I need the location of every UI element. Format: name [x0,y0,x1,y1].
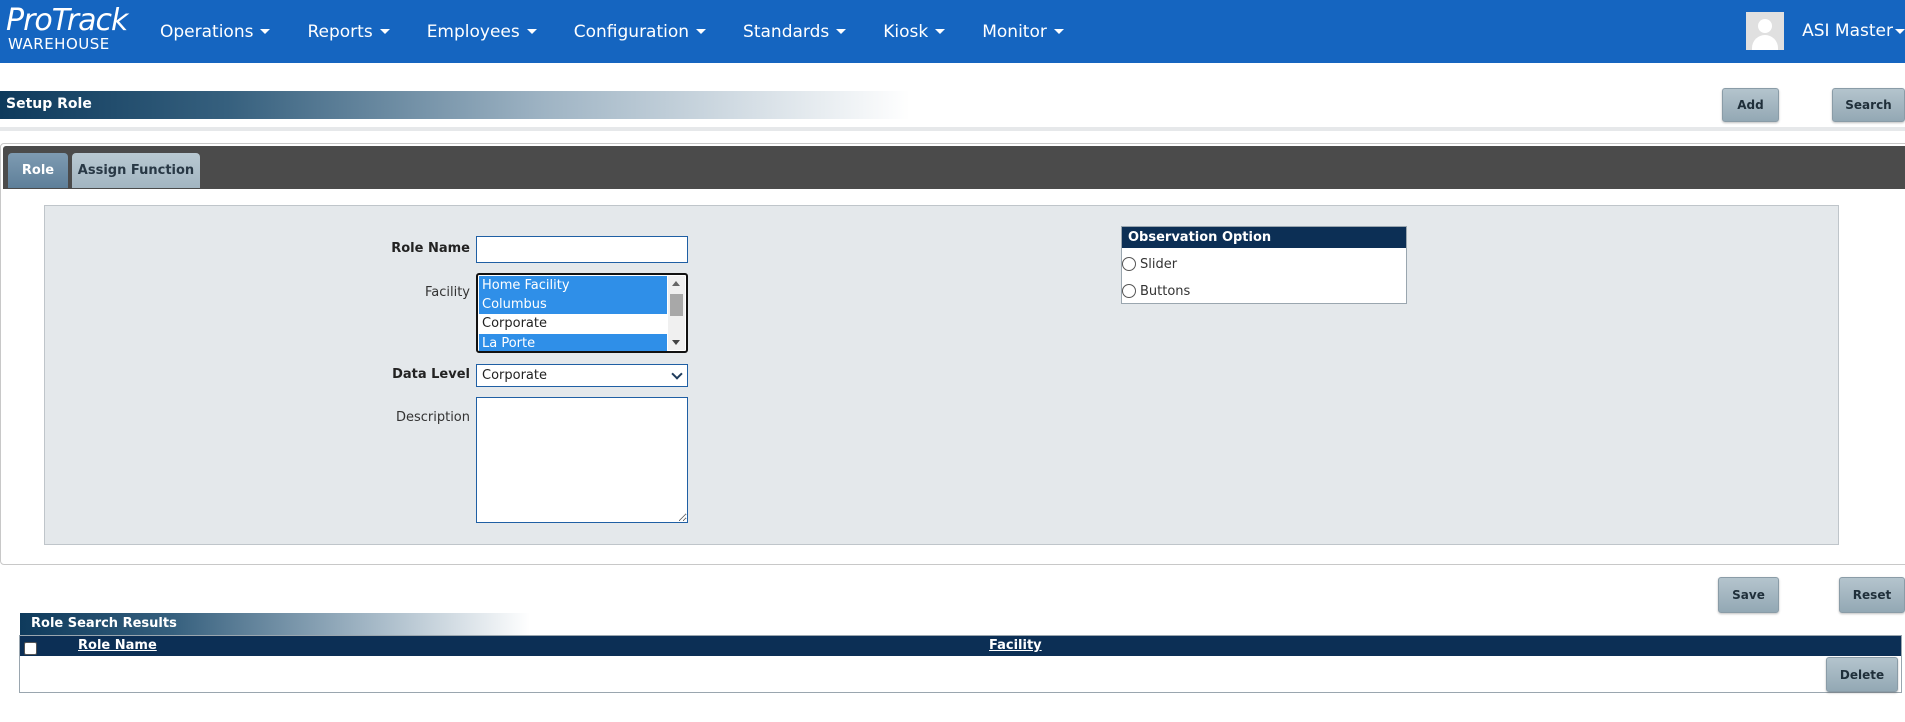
avatar-head-shape [1758,19,1773,33]
caret-down-icon [935,29,946,34]
facility-option[interactable]: Corporate [479,314,667,333]
data-level-select[interactable]: Corporate [476,364,688,387]
facility-option[interactable]: Columbus [479,295,667,314]
observation-option-slider[interactable]: Slider [1122,254,1177,274]
radio-buttons-label: Buttons [1140,283,1191,299]
user-avatar-icon [1746,12,1785,50]
avatar-body-shape [1752,35,1779,50]
tab-assign-function[interactable]: Assign Function [72,153,200,188]
facility-option[interactable]: La Porte [479,334,667,351]
results-table: Role Name Facility Delete [19,635,1902,693]
menu-standards-label: Standards [743,21,830,42]
protrack-logo[interactable]: ProTrack WAREHOUSE [6,3,128,53]
observation-option-title: Observation Option [1122,227,1406,248]
tab-strip [3,146,1905,189]
caret-down-icon [696,29,707,34]
observation-option-box: Observation Option Slider Buttons [1121,226,1407,304]
role-name-label: Role Name [391,241,470,256]
column-header-role-name[interactable]: Role Name [78,638,157,653]
menu-kiosk[interactable]: Kiosk [883,21,946,42]
caret-down-icon [1895,28,1905,34]
menu-configuration[interactable]: Configuration [573,21,707,42]
menu-monitor[interactable]: Monitor [982,22,1064,42]
radio-buttons[interactable] [1122,284,1136,298]
select-all-checkbox[interactable] [24,642,37,655]
menu-kiosk-label: Kiosk [883,21,929,42]
description-textarea[interactable] [476,397,688,523]
facility-option[interactable]: Home Facility [479,276,667,295]
search-button[interactable]: Search [1832,88,1905,122]
menu-standards[interactable]: Standards [743,21,847,42]
user-name: ASI Master [1802,21,1893,41]
scroll-down-icon[interactable] [672,340,680,345]
menu-reports-label: Reports [307,21,373,42]
menu-configuration-label: Configuration [573,21,690,42]
radio-slider-label: Slider [1140,256,1178,272]
observation-option-buttons[interactable]: Buttons [1122,281,1190,301]
caret-down-icon [379,29,390,34]
caret-down-icon [260,29,271,34]
role-name-input[interactable] [476,236,688,263]
chevron-down-icon [671,368,683,380]
menu-operations[interactable]: Operations [160,21,271,42]
radio-slider[interactable] [1122,257,1136,271]
description-label: Description [395,410,470,425]
role-form [44,205,1839,545]
page-title: Setup Role [6,96,92,112]
user-menu[interactable]: ASI Master [1746,12,1905,50]
menu-monitor-label: Monitor [982,21,1047,42]
menu-reports[interactable]: Reports [307,21,390,42]
column-header-facility[interactable]: Facility [989,638,1042,653]
data-level-value: Corporate [482,368,547,383]
results-title: Role Search Results [31,616,177,631]
menu-employees-label: Employees [426,21,520,42]
facility-listbox[interactable]: Home Facility Columbus Corporate La Port… [476,273,688,353]
save-button[interactable]: Save [1718,577,1779,613]
data-level-label: Data Level [392,367,470,382]
main-menu: Operations Reports Employees Configurati… [160,0,1101,63]
menu-operations-label: Operations [160,21,254,42]
menu-employees[interactable]: Employees [427,22,537,42]
facility-label: Facility [424,285,470,300]
results-header-row: Role Name Facility [20,636,1901,656]
facility-scrollbar[interactable] [668,276,685,350]
tab-role[interactable]: Role [8,153,68,188]
scroll-up-icon[interactable] [672,281,680,286]
scroll-thumb[interactable] [670,294,683,316]
logo-sub-text: WAREHOUSE [8,35,110,53]
reset-button[interactable]: Reset [1839,577,1905,613]
logo-main-text: ProTrack [6,3,128,38]
add-button[interactable]: Add [1722,88,1779,122]
title-divider [0,127,1905,131]
page-title-bar: Setup Role [0,91,910,119]
delete-button[interactable]: Delete [1826,657,1898,692]
caret-down-icon [526,29,537,34]
caret-down-icon [1053,29,1064,34]
results-title-bar: Role Search Results [20,613,530,635]
top-navbar: ProTrack WAREHOUSE Operations Reports Em… [0,0,1905,63]
caret-down-icon [836,29,847,34]
